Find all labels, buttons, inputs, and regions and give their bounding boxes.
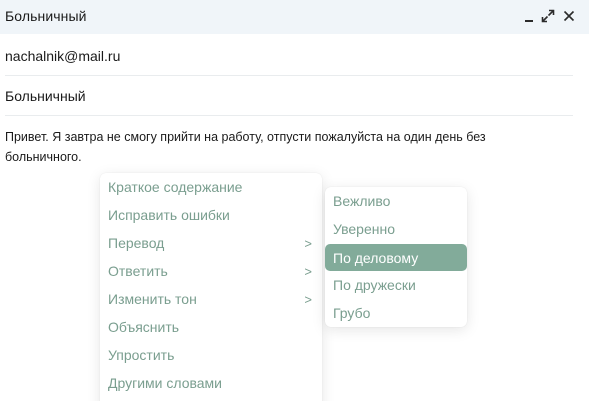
- message-body-line: больничного.: [5, 150, 82, 164]
- menu-item-label: Ответить: [108, 263, 168, 279]
- menu-item-label: Грубо: [333, 305, 371, 321]
- menu-item-label: Вежливо: [333, 193, 391, 209]
- minimize-button[interactable]: [520, 6, 538, 26]
- menu-item-simplify[interactable]: Упростить: [100, 342, 322, 368]
- divider: [5, 115, 573, 116]
- menu-item-label: Изменить тон: [108, 291, 197, 307]
- window-titlebar: Больничный: [0, 0, 589, 34]
- submenu-arrow-icon: >: [304, 235, 312, 251]
- menu-item-label: Краткое содержание: [108, 179, 243, 195]
- menu-item-label: Упростить: [108, 347, 175, 363]
- submenu-arrow-icon: >: [304, 263, 312, 279]
- expand-button[interactable]: [539, 6, 557, 26]
- menu-item-reply[interactable]: Ответить >: [100, 258, 322, 284]
- window-title: Больничный: [5, 8, 87, 24]
- tone-option-confident[interactable]: Уверенно: [325, 216, 467, 242]
- menu-item-label: Перевод: [108, 235, 165, 251]
- recipient-field[interactable]: nachalnik@mail.ru: [5, 48, 120, 64]
- menu-item-summary[interactable]: Краткое содержание: [100, 174, 322, 200]
- expand-icon: [541, 9, 555, 23]
- menu-item-label: По дружески: [333, 277, 416, 293]
- menu-item-explain[interactable]: Объяснить: [100, 314, 322, 340]
- ai-context-menu: Краткое содержание Исправить ошибки Пере…: [100, 173, 322, 401]
- menu-item-label: По деловому: [333, 249, 419, 266]
- menu-item-label: Исправить ошибки: [108, 207, 230, 223]
- compose-window: Больничный nachalnik@mail.ru Больничный …: [0, 0, 589, 401]
- message-body-line: Привет. Я завтра не смогу прийти на рабо…: [5, 130, 486, 144]
- subject-field[interactable]: Больничный: [5, 88, 86, 104]
- close-button[interactable]: [560, 6, 578, 26]
- tone-option-rude[interactable]: Грубо: [325, 300, 467, 326]
- menu-item-translate[interactable]: Перевод >: [100, 230, 322, 256]
- menu-item-change-tone[interactable]: Изменить тон >: [100, 286, 322, 312]
- tone-submenu: Вежливо Уверенно По деловому По дружески…: [325, 187, 467, 327]
- menu-item-label: Другими словами: [108, 375, 222, 391]
- menu-item-label: Уверенно: [333, 221, 395, 237]
- divider: [5, 75, 573, 76]
- minimize-icon: [525, 20, 533, 22]
- close-icon: [563, 10, 575, 22]
- tone-option-polite[interactable]: Вежливо: [325, 188, 467, 214]
- submenu-arrow-icon: >: [304, 291, 312, 307]
- menu-item-label: Объяснить: [108, 319, 180, 335]
- menu-item-rephrase[interactable]: Другими словами: [100, 370, 322, 396]
- tone-option-business[interactable]: По деловому: [325, 244, 467, 271]
- menu-item-fix-errors[interactable]: Исправить ошибки: [100, 202, 322, 228]
- message-body[interactable]: Привет. Я завтра не смогу прийти на рабо…: [5, 127, 575, 167]
- tone-option-friendly[interactable]: По дружески: [325, 272, 467, 298]
